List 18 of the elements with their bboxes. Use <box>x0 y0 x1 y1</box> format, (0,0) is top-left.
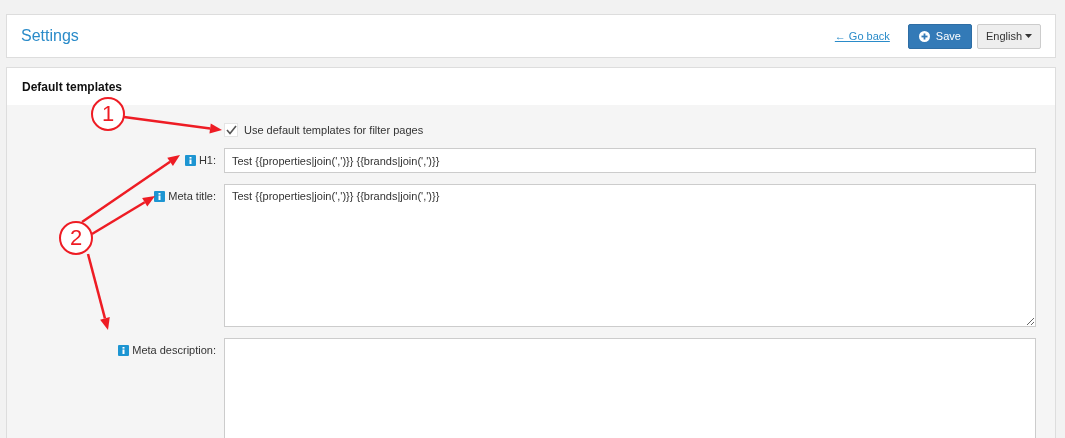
info-icon <box>184 154 196 166</box>
checkmark-icon <box>225 125 237 135</box>
info-icon <box>118 344 130 356</box>
field-label: Meta description: <box>132 344 216 356</box>
input-field[interactable]: Test {{properties|join(',')}} {{brands|join(',')}} <box>224 148 1036 173</box>
text-area[interactable]: Test {{properties|join(',')}} {{brands|join(',')}} <box>224 184 1036 327</box>
caret-icon <box>1025 34 1032 38</box>
field-label: H1: <box>198 154 216 166</box>
checkbox[interactable] <box>224 123 238 137</box>
go-back-link[interactable]: ← Go back <box>834 30 890 42</box>
page-title: Settings <box>21 27 80 45</box>
panel-title: Default templates <box>22 79 123 94</box>
info-icon <box>154 190 166 202</box>
save-button[interactable]: Save <box>907 23 972 49</box>
plus-icon <box>918 30 930 42</box>
language-dropdown[interactable]: English <box>976 23 1041 49</box>
field-label: Meta title: <box>168 190 216 202</box>
checkbox-label: Use default templates for filter pages <box>244 124 424 136</box>
